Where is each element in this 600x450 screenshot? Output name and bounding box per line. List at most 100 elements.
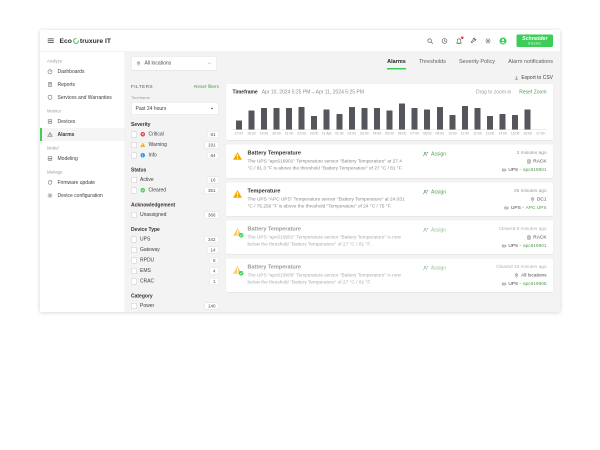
chart-bar[interactable] [261,108,267,130]
checkbox-critical[interactable] [131,131,137,137]
sidebar-item-reports[interactable]: Reports [40,78,125,91]
clock-icon[interactable] [441,37,448,44]
chart-bar[interactable] [236,121,242,130]
drag-to-zoom-hint: Drag to zoom in [476,90,511,96]
alarm-location[interactable]: DC1 [530,197,547,203]
assign-button[interactable]: Assign [423,227,447,233]
chart-bar[interactable] [361,108,367,130]
sidebar-item-services-and-warranties[interactable]: Services and Warranties [40,91,125,104]
alarm-card[interactable]: Battery TemperatureThe UPS "apc619901" T… [226,145,553,179]
alarm-device: UPS - apc619905 [501,281,546,287]
avatar[interactable] [499,37,507,45]
chart-bar[interactable] [299,107,305,130]
checkbox-rpdu[interactable] [131,257,137,263]
device-link[interactable]: apc619905 [523,281,547,287]
checkbox-power[interactable] [131,303,137,309]
assign-icon [423,227,429,233]
alarm-severity-icon [233,189,243,199]
filter-item-count: 16 [207,176,219,183]
assign-button[interactable]: Assign [423,265,447,271]
reset-filters-button[interactable]: Reset filters [194,84,219,90]
chart-bar[interactable] [374,108,380,130]
checkbox-crac[interactable] [131,278,137,284]
chart-bar[interactable] [387,111,393,130]
checkbox-ems[interactable] [131,268,137,274]
sidebar-item-dashboards[interactable]: Dashboards [40,65,125,78]
chart-bar[interactable] [324,110,330,130]
chart-bar[interactable] [349,107,355,130]
settings-icon[interactable] [485,37,492,44]
sidebar-item-firmware-update[interactable]: Firmware update [40,176,125,189]
filter-item-label: UPS [140,237,150,243]
tab-alarms[interactable]: Alarms [387,59,406,70]
chart-bar[interactable] [399,104,405,130]
device-link[interactable]: apc619901 [523,243,547,249]
chart-bar[interactable] [512,115,518,130]
chart-bar[interactable] [525,110,531,130]
chart-bar[interactable] [412,108,418,130]
checkbox-gateway[interactable] [131,247,137,253]
wrench-icon[interactable] [470,37,477,44]
assign-button[interactable]: Assign [423,151,447,157]
timeframe-select[interactable]: Past 24 hours [131,102,219,115]
notifications-icon[interactable] [456,37,463,44]
chart-bar[interactable] [474,108,480,130]
chart-bar-slot [308,116,321,130]
chart-x-label: 19:00 [258,132,271,136]
filter-groups: SeverityCritical81Warning191Info84Status… [131,122,219,311]
chart-bars[interactable] [233,101,547,130]
chart-bar[interactable] [449,115,455,130]
alarm-card[interactable]: Battery TemperatureThe UPS "apc619901" T… [226,221,553,255]
checkbox-ups[interactable] [131,236,137,242]
location-selector[interactable]: All locations [131,56,217,71]
chart-bar[interactable] [273,108,279,130]
chart-bar-slot [383,111,396,130]
filter-item-count: 140 [204,302,219,309]
assign-button[interactable]: Assign [423,189,447,195]
alarm-meta: Cleared 8 minutes agoRACKUPS - apc619901 [499,226,547,249]
chart-bar[interactable] [336,114,342,130]
tab-severity-policy[interactable]: Severity Policy [459,59,495,70]
chart-bar[interactable] [424,110,430,130]
checkbox-cleared[interactable] [131,187,137,193]
sidebar-item-device-configuration[interactable]: Device configuration [40,189,125,202]
chart-bar[interactable] [500,114,506,130]
menu-icon[interactable] [47,37,55,45]
chart-bar[interactable] [248,111,254,130]
sidebar-item-alarms[interactable]: Alarms [40,128,125,141]
chart-bar[interactable] [462,106,468,130]
checkbox-warning[interactable] [131,142,137,148]
topbar-right: Schneider Electric [427,35,553,47]
chevron-down-icon [207,61,212,66]
search-icon[interactable] [427,37,434,44]
chart-bar-slot [421,110,434,130]
dashboards-icon [47,69,53,75]
reset-zoom-button[interactable]: Reset Zoom [519,90,546,96]
checkbox-active[interactable] [131,177,137,183]
alarm-description: The UPS "apc619901" Temperature sensor "… [248,158,407,172]
alarm-card[interactable]: TemperatureThe UPS "APC UPS" Temperature… [226,183,553,217]
tab-alarm-notifications[interactable]: Alarm notifications [508,59,553,70]
export-csv-button[interactable]: Export to CSV [131,75,553,81]
alarm-location[interactable]: All locations [514,273,546,279]
chart-bar-slot [283,108,296,130]
chart-x-label: 05:00 [383,132,396,136]
checkbox-unassigned[interactable] [131,212,137,218]
alarm-card[interactable]: Battery TemperatureThe UPS "apc619905" T… [226,259,553,293]
alarm-list: Battery TemperatureThe UPS "apc619901" T… [226,145,553,293]
checkbox-info[interactable] [131,152,137,158]
device-link[interactable]: APC UPS [526,205,547,211]
filter-item-label: Warning [149,142,167,148]
alarm-location[interactable]: RACK [526,235,546,241]
assign-label: Assign [431,265,446,271]
chart-bar[interactable] [487,116,493,130]
alarm-location[interactable]: RACK [526,159,546,165]
sidebar-item-modeling[interactable]: Modeling [40,152,125,165]
tab-thresholds[interactable]: Thresholds [419,59,446,70]
chart-bar[interactable] [286,108,292,130]
filter-item-count: 4 [209,267,219,274]
chart-bar[interactable] [311,116,317,130]
device-link[interactable]: apc619901 [523,167,547,173]
sidebar-item-devices[interactable]: Devices [40,115,125,128]
chart-bar[interactable] [437,107,443,130]
